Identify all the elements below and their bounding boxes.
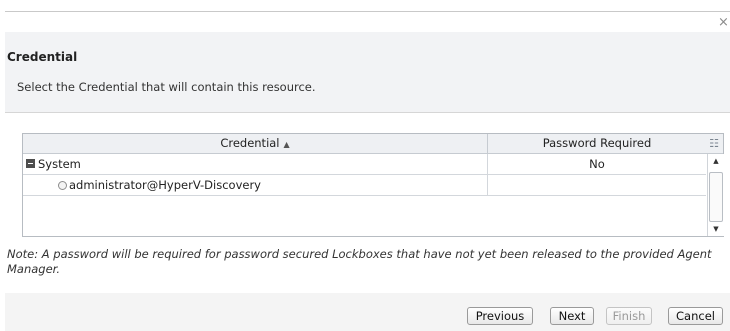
dialog-header (5, 32, 730, 112)
vertical-scrollbar[interactable]: ▲ ▼ (707, 154, 724, 236)
header-divider (5, 112, 730, 113)
credential-dialog: × Credential Select the Credential that … (0, 0, 730, 331)
select-radio[interactable] (58, 181, 67, 190)
table-row[interactable]: administrator@HyperV-Discovery (23, 175, 706, 196)
previous-button[interactable]: Previous (467, 307, 533, 325)
scrollbar-thumb[interactable] (709, 172, 723, 222)
scroll-up-icon[interactable]: ▲ (708, 154, 724, 168)
grid-header: Credential ▲ Password Required ☷ (23, 134, 723, 154)
top-divider (5, 11, 730, 12)
close-icon[interactable]: × (717, 16, 730, 30)
column-header-label: Credential (220, 136, 280, 150)
scroll-down-icon[interactable]: ▼ (708, 222, 724, 236)
cancel-button[interactable]: Cancel (668, 307, 723, 325)
column-menu-icon[interactable]: ☷ (707, 137, 721, 150)
password-required-cell (488, 175, 706, 195)
column-header-password-required[interactable]: Password Required (488, 134, 706, 153)
next-button[interactable]: Next (550, 307, 594, 325)
credential-cell: administrator@HyperV-Discovery (23, 175, 488, 195)
group-label: System (38, 157, 81, 171)
collapse-icon[interactable] (26, 159, 35, 168)
password-note: Note: A password will be required for pa… (7, 247, 712, 276)
sort-ascending-icon: ▲ (283, 140, 290, 149)
table-row-group-system[interactable]: System No (23, 154, 706, 175)
credential-grid: Credential ▲ Password Required ☷ System N… (22, 133, 724, 237)
password-required-cell: No (589, 157, 605, 171)
page-subtitle: Select the Credential that will contain … (17, 80, 316, 94)
credential-label: administrator@HyperV-Discovery (69, 178, 261, 192)
credential-cell: System (23, 154, 488, 174)
page-title: Credential (7, 50, 78, 64)
finish-button[interactable]: Finish (606, 307, 652, 325)
column-header-credential[interactable]: Credential ▲ (23, 134, 488, 153)
